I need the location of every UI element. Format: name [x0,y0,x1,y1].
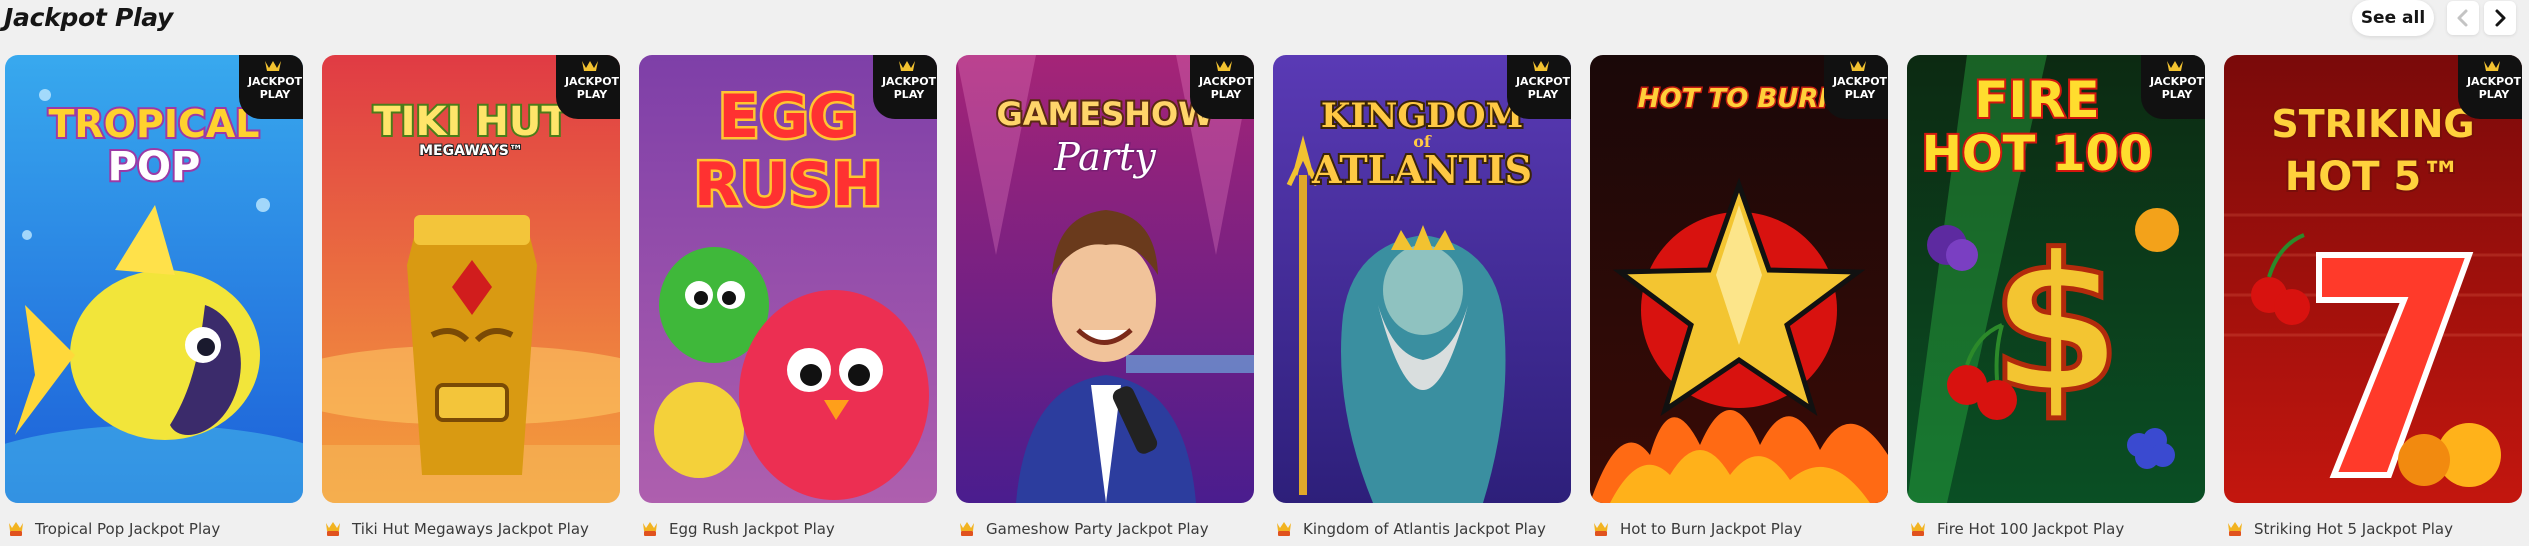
svg-text:PLAY: PLAY [577,88,609,101]
svg-text:PLAY: PLAY [260,88,292,101]
game-art-title: HOT 100 [1922,126,2153,182]
jackpot-play-badge: JACKPOT PLAY [1507,55,1571,119]
jackpot-play-logo-icon [1911,522,1925,536]
game-art-title: STRIKING [2271,102,2474,146]
svg-text:JACKPOT: JACKPOT [1198,75,1254,88]
game-card[interactable]: TROPICAL POP JACKPOT PLAY Tropical Pop J… [5,55,303,546]
game-artwork: STRIKING HOT 5™ [2224,55,2522,503]
game-thumbnail[interactable]: KINGDOM of ATLANTIS JACKPOT PLAY [1273,55,1571,503]
game-thumbnail[interactable]: GAMESHOW Party JACKPOT PLAY [956,55,1254,503]
game-card[interactable]: $ FIRE HOT 100 JACKPOT PLAY Fire Hot 100… [1907,55,2205,546]
chevron-left-icon [2457,9,2468,27]
game-art-title: FIRE [1974,71,2099,129]
game-thumbnail[interactable]: HOT TO BURN JACKPOT PLAY [1590,55,1888,503]
svg-text:JACKPOT: JACKPOT [1515,75,1571,88]
game-artwork: TIKI HUT MEGAWAYS™ [322,55,620,503]
game-caption[interactable]: Kingdom of Atlantis Jackpot Play [1275,518,1546,540]
jackpot-play-badge: JACKPOT PLAY [873,55,937,119]
game-art-title: HOT 5™ [2285,154,2462,200]
game-art-subtitle: Party [1053,135,1156,179]
jackpot-play-badge: JACKPOT PLAY [1824,55,1888,119]
svg-text:PLAY: PLAY [894,88,926,101]
game-thumbnail[interactable]: TIKI HUT MEGAWAYS™ JACKPOT PLAY [322,55,620,503]
jackpot-play-badge: JACKPOT PLAY [2141,55,2205,119]
game-artwork: $ FIRE HOT 100 [1907,55,2205,503]
game-caption-text: Striking Hot 5 Jackpot Play [2254,520,2453,538]
see-all-button[interactable]: See all [2352,0,2434,36]
svg-text:JACKPOT: JACKPOT [2466,75,2522,88]
game-art-subtitle: MEGAWAYS™ [419,143,523,159]
svg-text:JACKPOT: JACKPOT [1832,75,1888,88]
game-caption-text: Tiki Hut Megaways Jackpot Play [352,520,589,538]
game-caption-text: Hot to Burn Jackpot Play [1620,520,1803,538]
game-caption-text: Egg Rush Jackpot Play [669,520,835,538]
game-caption-text: Kingdom of Atlantis Jackpot Play [1303,520,1546,538]
game-artwork: GAMESHOW Party [956,55,1254,503]
game-artwork: EGG RUSH [639,55,937,503]
jackpot-play-logo-icon [1594,522,1608,536]
svg-text:PLAY: PLAY [2162,88,2194,101]
svg-text:JACKPOT: JACKPOT [2149,75,2205,88]
section-header: Jackpot Play See all [0,0,2529,38]
game-thumbnail[interactable]: $ FIRE HOT 100 JACKPOT PLAY [1907,55,2205,503]
svg-text:PLAY: PLAY [2479,88,2511,101]
game-carousel: TROPICAL POP JACKPOT PLAY Tropical Pop J… [0,55,2529,546]
section-title: Jackpot Play [4,3,174,32]
game-caption[interactable]: Tropical Pop Jackpot Play [7,518,220,540]
game-card[interactable]: HOT TO BURN JACKPOT PLAY Hot to Burn Jac… [1590,55,1888,546]
chevron-right-icon [2495,9,2506,27]
game-thumbnail[interactable]: TROPICAL POP JACKPOT PLAY [5,55,303,503]
game-caption[interactable]: Fire Hot 100 Jackpot Play [1909,518,2124,540]
jackpot-play-badge: JACKPOT PLAY [239,55,303,119]
jackpot-play-logo-icon [1277,522,1291,536]
game-thumbnail[interactable]: STRIKING HOT 5™ JACKPOT PLAY [2224,55,2522,503]
game-art-title: RUSH [694,150,882,220]
game-artwork: HOT TO BURN [1590,55,1888,503]
game-artwork: KINGDOM of ATLANTIS [1273,55,1571,503]
prev-button[interactable] [2447,1,2479,35]
game-caption[interactable]: Gameshow Party Jackpot Play [958,518,1209,540]
svg-text:JACKPOT: JACKPOT [247,75,303,88]
jackpot-play-logo-icon [960,522,974,536]
svg-text:PLAY: PLAY [1211,88,1243,101]
svg-text:JACKPOT: JACKPOT [881,75,937,88]
game-card[interactable]: GAMESHOW Party JACKPOT PLAY Gameshow Par… [956,55,1254,546]
jackpot-play-badge: JACKPOT PLAY [2458,55,2522,119]
jackpot-play-logo-icon [9,522,23,536]
game-caption[interactable]: Tiki Hut Megaways Jackpot Play [324,518,589,540]
jackpot-play-badge: JACKPOT PLAY [556,55,620,119]
game-art-title: HOT TO BURN [1638,84,1840,114]
game-card[interactable]: STRIKING HOT 5™ JACKPOT PLAY Striking Ho… [2224,55,2522,546]
game-art-title: POP [108,144,201,190]
game-art-title: ATLANTIS [1311,147,1532,192]
svg-text:PLAY: PLAY [1845,88,1877,101]
svg-text:PLAY: PLAY [1528,88,1560,101]
game-art-title: TIKI HUT [373,99,569,145]
game-caption[interactable]: Egg Rush Jackpot Play [641,518,835,540]
jackpot-play-logo-icon [643,522,657,536]
jackpot-play-logo-icon [326,522,340,536]
game-artwork: TROPICAL POP [5,55,303,503]
game-art-title: GAMESHOW [996,95,1213,133]
game-art-title: KINGDOM [1321,96,1523,136]
jackpot-play-logo-icon [2228,522,2242,536]
game-caption[interactable]: Striking Hot 5 Jackpot Play [2226,518,2453,540]
svg-text:JACKPOT: JACKPOT [564,75,620,88]
jackpot-play-badge: JACKPOT PLAY [1190,55,1254,119]
next-button[interactable] [2484,1,2516,35]
game-art-title: TROPICAL [49,102,260,146]
game-caption[interactable]: Hot to Burn Jackpot Play [1592,518,1802,540]
game-card[interactable]: TIKI HUT MEGAWAYS™ JACKPOT PLAY Tiki Hut… [322,55,620,546]
game-art-title: EGG [718,82,857,152]
game-caption-text: Fire Hot 100 Jackpot Play [1937,520,2125,538]
game-card[interactable]: EGG RUSH JACKPOT PLAY Egg Rush Jackpot P… [639,55,937,546]
game-caption-text: Tropical Pop Jackpot Play [35,520,221,538]
game-thumbnail[interactable]: EGG RUSH JACKPOT PLAY [639,55,937,503]
game-card[interactable]: KINGDOM of ATLANTIS JACKPOT PLAY Kingdom… [1273,55,1571,546]
game-caption-text: Gameshow Party Jackpot Play [986,520,1209,538]
